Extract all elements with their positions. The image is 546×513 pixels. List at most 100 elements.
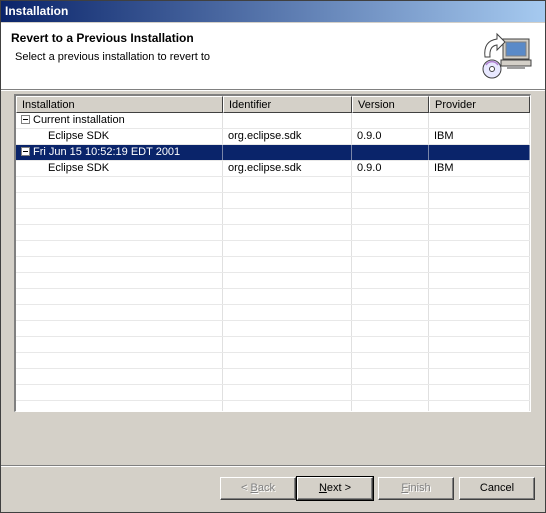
table-row[interactable]: Eclipse SDK org.eclipse.sdk 0.9.0 IBM bbox=[16, 161, 530, 177]
empty-cell bbox=[429, 241, 530, 256]
provider-cell: IBM bbox=[429, 129, 530, 144]
empty-cell bbox=[429, 337, 530, 352]
column-header-identifier[interactable]: Identifier bbox=[223, 96, 352, 113]
empty-cell bbox=[429, 289, 530, 304]
identifier-cell bbox=[223, 113, 352, 128]
empty-cell bbox=[352, 321, 429, 336]
empty-cell bbox=[352, 177, 429, 192]
empty-cell bbox=[16, 305, 223, 320]
empty-cell bbox=[16, 241, 223, 256]
empty-cell bbox=[223, 369, 352, 384]
back-button[interactable]: < Back bbox=[220, 477, 296, 500]
empty-table-row bbox=[16, 225, 530, 241]
back-label: ack bbox=[257, 482, 275, 494]
empty-cell bbox=[352, 289, 429, 304]
cancel-button[interactable]: Cancel bbox=[459, 477, 535, 500]
table-row[interactable]: Current installation bbox=[16, 113, 530, 129]
empty-table-row bbox=[16, 193, 530, 209]
empty-cell bbox=[223, 209, 352, 224]
installation-dialog: Installation Revert to a Previous Instal… bbox=[0, 0, 546, 513]
empty-cell bbox=[352, 353, 429, 368]
identifier-cell: org.eclipse.sdk bbox=[223, 129, 352, 144]
empty-cell bbox=[429, 225, 530, 240]
window-title: Installation bbox=[1, 1, 545, 22]
empty-cell bbox=[352, 225, 429, 240]
revert-install-icon bbox=[479, 29, 535, 81]
column-header-installation[interactable]: Installation bbox=[16, 96, 223, 113]
identifier-cell bbox=[223, 145, 352, 160]
empty-cell bbox=[429, 257, 530, 272]
empty-table-row bbox=[16, 257, 530, 273]
empty-cell bbox=[16, 289, 223, 304]
identifier-cell: org.eclipse.sdk bbox=[223, 161, 352, 176]
empty-table-row bbox=[16, 353, 530, 369]
collapse-icon[interactable] bbox=[21, 115, 30, 124]
next-button[interactable]: Next > bbox=[296, 476, 374, 501]
installation-label: Fri Jun 15 10:52:19 EDT 2001 bbox=[33, 146, 181, 158]
empty-cell bbox=[429, 273, 530, 288]
empty-cell bbox=[223, 177, 352, 192]
empty-cell bbox=[352, 209, 429, 224]
empty-cell bbox=[429, 321, 530, 336]
installation-cell: Eclipse SDK bbox=[16, 129, 223, 144]
empty-cell bbox=[352, 401, 429, 411]
table-row-selected[interactable]: Fri Jun 15 10:52:19 EDT 2001 bbox=[16, 145, 530, 161]
column-header-version[interactable]: Version bbox=[352, 96, 429, 113]
empty-table-row bbox=[16, 305, 530, 321]
empty-cell bbox=[352, 385, 429, 400]
empty-rows bbox=[16, 177, 530, 411]
empty-cell bbox=[16, 193, 223, 208]
empty-cell bbox=[16, 385, 223, 400]
empty-cell bbox=[223, 385, 352, 400]
empty-cell bbox=[429, 353, 530, 368]
empty-cell bbox=[223, 273, 352, 288]
empty-cell bbox=[352, 257, 429, 272]
next-mnemonic: N bbox=[318, 482, 327, 494]
finish-label: inish bbox=[408, 482, 431, 494]
empty-cell bbox=[352, 193, 429, 208]
installation-cell: Current installation bbox=[16, 113, 223, 128]
collapse-icon[interactable] bbox=[21, 147, 30, 156]
empty-cell bbox=[16, 321, 223, 336]
installation-cell: Fri Jun 15 10:52:19 EDT 2001 bbox=[16, 145, 223, 160]
empty-cell bbox=[429, 305, 530, 320]
empty-table-row bbox=[16, 385, 530, 401]
back-mnemonic: B bbox=[250, 482, 258, 494]
finish-button[interactable]: Finish bbox=[378, 477, 454, 500]
empty-cell bbox=[16, 273, 223, 288]
empty-cell bbox=[223, 401, 352, 411]
empty-cell bbox=[223, 193, 352, 208]
empty-cell bbox=[16, 209, 223, 224]
next-label: ext > bbox=[326, 482, 352, 494]
empty-table-row bbox=[16, 273, 530, 289]
empty-cell bbox=[223, 225, 352, 240]
empty-cell bbox=[352, 369, 429, 384]
empty-table-row bbox=[16, 241, 530, 257]
empty-cell bbox=[16, 337, 223, 352]
empty-cell bbox=[429, 401, 530, 411]
version-cell bbox=[352, 113, 429, 128]
wizard-header: Revert to a Previous Installation Select… bbox=[1, 23, 545, 90]
empty-table-row bbox=[16, 401, 530, 411]
empty-cell bbox=[223, 241, 352, 256]
installations-table[interactable]: Installation Identifier Version Provider… bbox=[14, 94, 531, 412]
empty-table-row bbox=[16, 337, 530, 353]
button-bar-separator-highlight bbox=[1, 466, 545, 467]
provider-cell bbox=[429, 113, 530, 128]
empty-cell bbox=[352, 241, 429, 256]
empty-cell bbox=[16, 257, 223, 272]
page-description: Select a previous installation to revert… bbox=[15, 51, 211, 63]
empty-cell bbox=[16, 177, 223, 192]
empty-cell bbox=[429, 385, 530, 400]
page-title: Revert to a Previous Installation bbox=[11, 31, 194, 45]
empty-table-row bbox=[16, 289, 530, 305]
installation-label: Current installation bbox=[33, 114, 125, 126]
empty-table-row bbox=[16, 177, 530, 193]
table-header: Installation Identifier Version Provider bbox=[16, 96, 530, 113]
column-header-provider[interactable]: Provider bbox=[429, 96, 530, 113]
provider-cell: IBM bbox=[429, 161, 530, 176]
table-row[interactable]: Eclipse SDK org.eclipse.sdk 0.9.0 IBM bbox=[16, 129, 530, 145]
empty-cell bbox=[223, 289, 352, 304]
empty-cell bbox=[429, 369, 530, 384]
empty-cell bbox=[352, 305, 429, 320]
